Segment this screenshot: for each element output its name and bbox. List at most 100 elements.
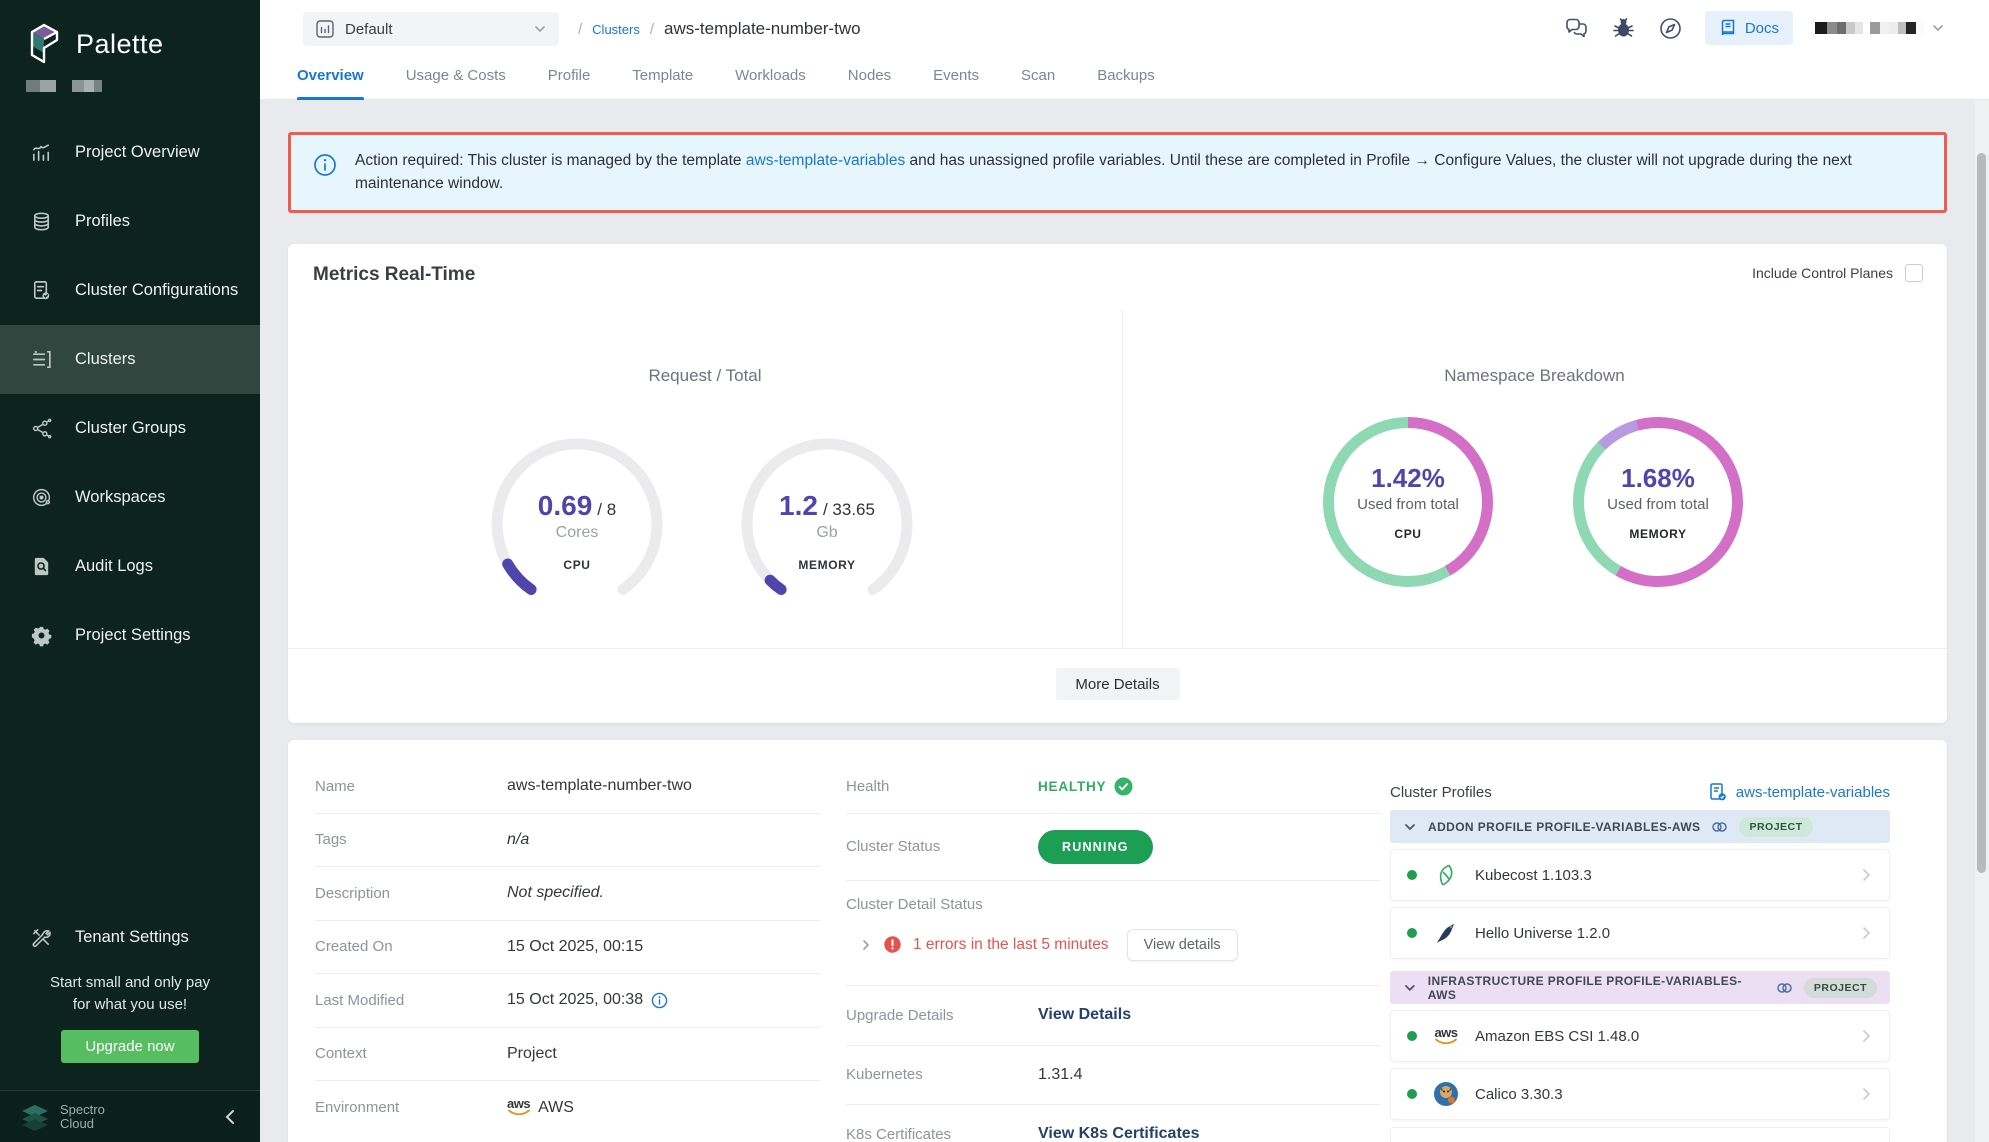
cluster-profiles-header: Cluster Profiles aws-template-variables	[1390, 782, 1890, 802]
template-link-label: aws-template-variables	[1736, 784, 1890, 801]
status-dot	[1407, 1031, 1417, 1041]
row-label: Tags	[315, 831, 507, 848]
include-cp-checkbox[interactable]	[1905, 264, 1923, 282]
user-menu[interactable]	[1815, 21, 1945, 35]
infrastructure-profile-header[interactable]: INFRASTRUCTURE PROFILE PROFILE-VARIABLES…	[1390, 971, 1890, 1004]
tab-profile[interactable]: Profile	[548, 50, 591, 100]
cpu-gauge: 0.69 / 8 Cores CPU	[482, 429, 672, 619]
error-row: 1 errors in the last 5 minutes View deta…	[846, 929, 1380, 961]
memory-gauge-total: / 33.65	[823, 500, 875, 520]
sidebar-item-tenant-settings[interactable]: Tenant Settings	[0, 903, 260, 972]
page-scrollbar[interactable]	[1975, 100, 1989, 1142]
pack-row-hello-universe[interactable]: Hello Universe 1.2.0	[1390, 907, 1890, 959]
details-middle-column: Health HEALTHY Cluster Status RUNNING Cl…	[846, 760, 1380, 1142]
chevron-down-icon	[533, 22, 547, 36]
check-circle-icon	[1114, 777, 1133, 796]
running-status-badge[interactable]: RUNNING	[1038, 830, 1153, 864]
tab-workloads[interactable]: Workloads	[735, 50, 806, 100]
link-icon	[1711, 820, 1728, 834]
tab-events[interactable]: Events	[933, 50, 979, 100]
sidebar-item-workspaces[interactable]: Workspaces	[0, 463, 260, 532]
chevron-right-icon	[1859, 1029, 1873, 1043]
namespace-memory-donut: 1.68% Used from total MEMORY	[1573, 417, 1743, 587]
spectro-cloud-logo-icon	[20, 1103, 50, 1131]
promo-line2: for what you use!	[0, 994, 260, 1016]
sidebar-nav: Project Overview Profiles Cluster Config…	[0, 118, 260, 670]
sidebar-item-label: Tenant Settings	[75, 928, 189, 947]
pack-row-calico[interactable]: Calico 3.30.3	[1390, 1068, 1890, 1120]
row-label: Upgrade Details	[846, 1007, 1038, 1024]
ns-memory-percent: 1.68%	[1621, 463, 1695, 494]
scrollbar-thumb[interactable]	[1977, 153, 1986, 873]
info-icon	[313, 153, 337, 177]
project-badge: PROJECT	[1739, 817, 1812, 837]
doc-search-icon	[30, 555, 53, 578]
metrics-hdivider	[288, 648, 1947, 649]
explore-compass-icon[interactable]	[1658, 16, 1683, 41]
sidebar-item-project-overview[interactable]: Project Overview	[0, 118, 260, 187]
project-selector[interactable]: Default	[303, 12, 559, 46]
brand-line2: Cloud	[60, 1117, 105, 1131]
sidebar-item-project-settings[interactable]: Project Settings	[0, 601, 260, 670]
docs-button[interactable]: Docs	[1705, 11, 1793, 45]
sidebar-tenant-settings-wrap: Tenant Settings	[0, 903, 260, 972]
row-label: K8s Certificates	[846, 1126, 1038, 1142]
metrics-card: Metrics Real-Time Include Control Planes…	[288, 244, 1947, 723]
upgrade-view-details-link[interactable]: View Details	[1038, 1006, 1131, 1024]
more-details-button[interactable]: More Details	[1055, 668, 1179, 700]
cluster-profiles-title: Cluster Profiles	[1390, 784, 1492, 801]
tab-overview[interactable]: Overview	[297, 50, 364, 100]
chevron-down-icon	[1403, 981, 1417, 995]
template-link[interactable]: aws-template-variables	[1708, 782, 1890, 802]
tab-nodes[interactable]: Nodes	[848, 50, 891, 100]
row-label: Last Modified	[315, 992, 507, 1009]
pack-row-amazon-ebs-csi[interactable]: aws Amazon EBS CSI 1.48.0	[1390, 1010, 1890, 1062]
book-icon	[1719, 19, 1737, 37]
row-label: Created On	[315, 938, 507, 955]
breadcrumb-separator: /	[578, 21, 582, 38]
breadcrumb-clusters-link[interactable]: Clusters	[592, 22, 640, 37]
pack-row-kubecost[interactable]: Kubecost 1.103.3	[1390, 849, 1890, 901]
sidebar-item-cluster-groups[interactable]: Cluster Groups	[0, 394, 260, 463]
sidebar-item-profiles[interactable]: Profiles	[0, 187, 260, 256]
view-k8s-certificates-link[interactable]: View K8s Certificates	[1038, 1125, 1200, 1142]
row-label: Environment	[315, 1099, 507, 1116]
tab-backups[interactable]: Backups	[1097, 50, 1155, 100]
cpu-gauge-value: 0.69	[538, 490, 593, 522]
chevron-right-icon	[1859, 1087, 1873, 1101]
ns-memory-label: MEMORY	[1629, 527, 1686, 541]
chart-icon	[30, 141, 53, 164]
health-status: HEALTHY	[1038, 777, 1133, 796]
tab-usage-costs[interactable]: Usage & Costs	[406, 50, 506, 100]
sidebar-item-audit-logs[interactable]: Audit Logs	[0, 532, 260, 601]
app-window: Palette Project Overview Profiles	[0, 0, 1989, 1142]
addon-profile-header[interactable]: ADDON PROFILE PROFILE-VARIABLES-AWS PROJ…	[1390, 810, 1890, 843]
sidebar-item-cluster-configurations[interactable]: Cluster Configurations	[0, 256, 260, 325]
bug-report-icon[interactable]	[1611, 16, 1636, 41]
info-icon[interactable]	[651, 992, 668, 1009]
tab-scan[interactable]: Scan	[1021, 50, 1055, 100]
tab-template[interactable]: Template	[632, 50, 693, 100]
template-doc-icon	[1708, 782, 1728, 802]
pack-row-partial[interactable]	[1390, 1127, 1890, 1142]
breadcrumb-separator: /	[650, 21, 654, 38]
redacted-user-name-2	[1870, 22, 1924, 35]
chevron-right-icon[interactable]	[860, 939, 872, 951]
sidebar-collapse-icon[interactable]	[224, 1109, 236, 1125]
detail-row-tags: Tags n/a	[315, 814, 820, 868]
cluster-status-row: Cluster Status RUNNING	[846, 814, 1380, 881]
memory-gauge-unit: Gb	[816, 524, 837, 542]
project-scope-icon	[315, 19, 335, 39]
row-value: Project	[507, 1045, 557, 1063]
chat-icon[interactable]	[1564, 16, 1589, 41]
sidebar-item-clusters[interactable]: Clusters	[0, 325, 260, 394]
ns-cpu-caption: Used from total	[1357, 496, 1459, 513]
detail-row-created-on: Created On 15 Oct 2025, 00:15	[315, 921, 820, 975]
cluster-detail-status-block: Cluster Detail Status 1 errors in the la…	[846, 881, 1380, 986]
namespace-cpu-donut: 1.42% Used from total CPU	[1323, 417, 1493, 587]
aws-icon: aws	[1433, 1023, 1459, 1049]
banner-template-link[interactable]: aws-template-variables	[746, 152, 905, 169]
view-details-button[interactable]: View details	[1127, 929, 1238, 961]
upgrade-now-button[interactable]: Upgrade now	[61, 1030, 198, 1063]
ns-cpu-label: CPU	[1394, 527, 1421, 541]
